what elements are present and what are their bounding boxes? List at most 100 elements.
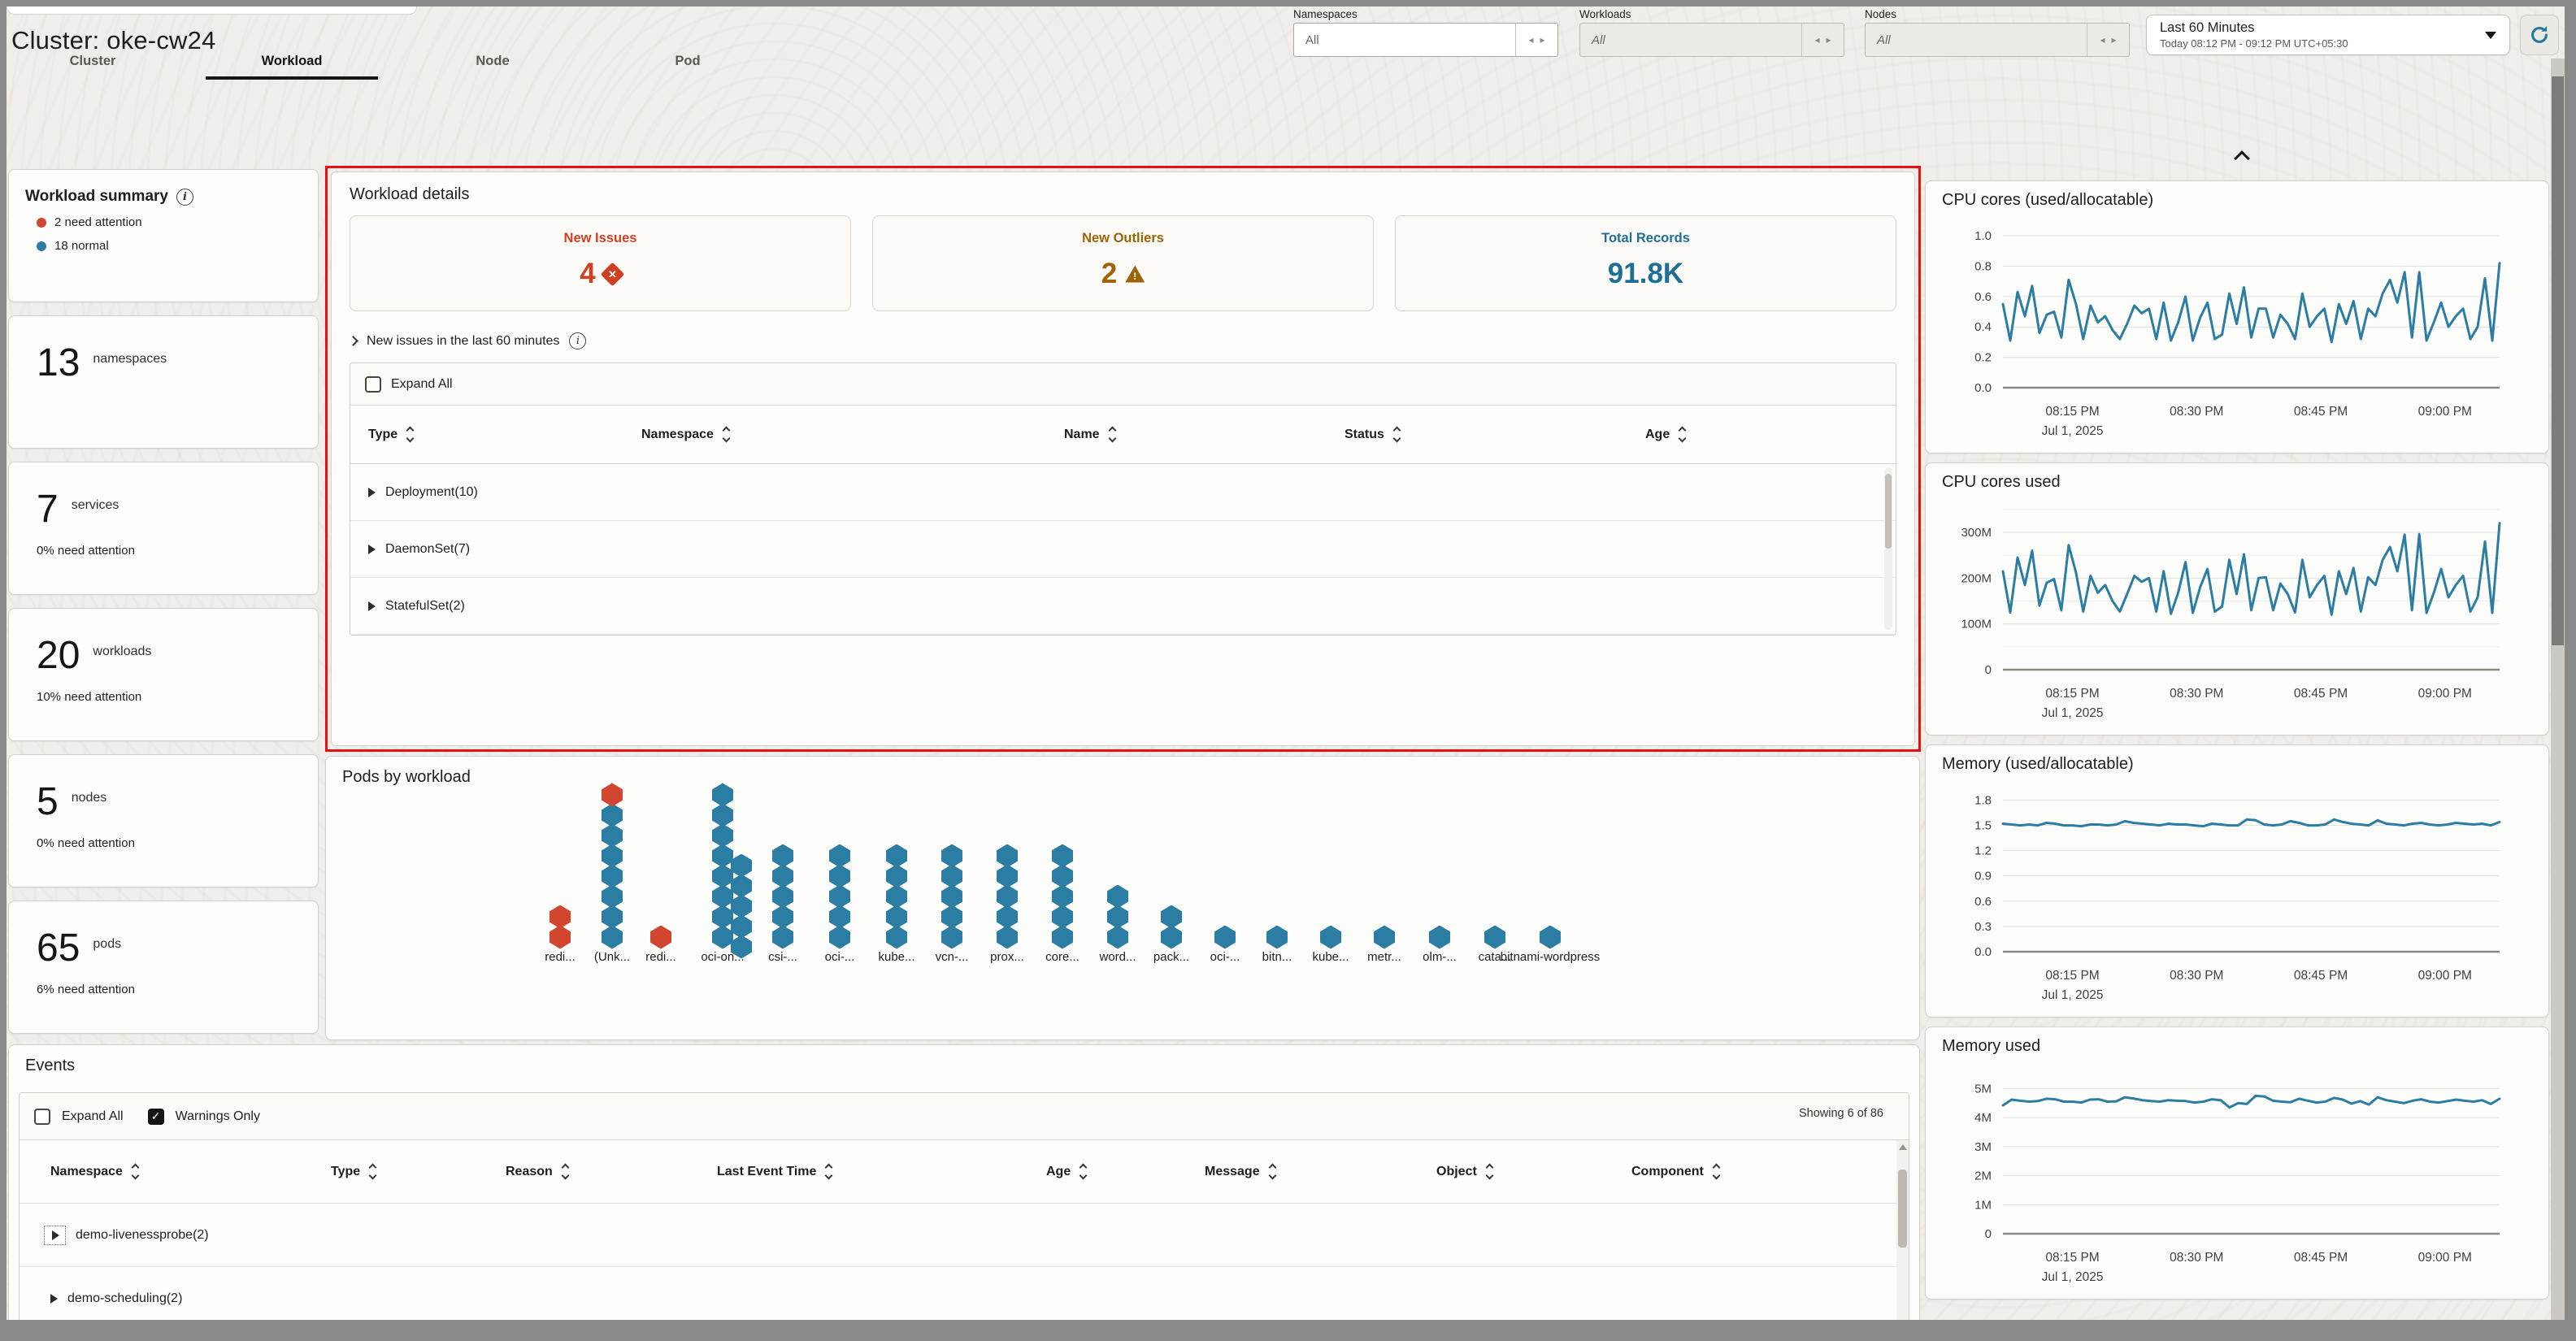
pod-dot-normal[interactable] <box>1052 865 1073 888</box>
expand-row-icon[interactable] <box>368 488 376 497</box>
pod-dot-normal[interactable] <box>941 905 962 929</box>
pod-dot-normal[interactable] <box>772 844 793 868</box>
pod-dot-normal[interactable] <box>886 926 907 949</box>
warnings-only-checkbox[interactable]: ✓ <box>148 1109 164 1125</box>
pod-dot-normal[interactable] <box>772 905 793 929</box>
workload-table-scrollbar[interactable] <box>1884 467 1892 630</box>
sort-icon[interactable] <box>1487 1165 1492 1178</box>
pod-dot-normal[interactable] <box>731 854 752 878</box>
expand-row-icon[interactable] <box>52 1230 59 1240</box>
pod-dot-normal[interactable] <box>1052 844 1073 868</box>
column-header-age[interactable]: Age <box>1645 427 1896 442</box>
events-row[interactable]: demo-scheduling(2) <box>20 1267 1909 1320</box>
sort-icon[interactable] <box>1714 1165 1719 1178</box>
stat-card-new-issues[interactable]: New Issues4✕ <box>350 215 851 311</box>
pod-dot-normal[interactable] <box>886 844 907 868</box>
pod-dot-normal[interactable] <box>712 885 733 909</box>
sort-icon[interactable] <box>723 427 729 441</box>
pod-dot-normal[interactable] <box>1052 926 1073 949</box>
tab-cluster[interactable]: Cluster <box>7 49 179 80</box>
events-row[interactable]: demo-livenessprobe(2) <box>20 1204 1909 1267</box>
column-header-name[interactable]: Name <box>1064 427 1344 442</box>
pod-dot-normal[interactable] <box>1107 905 1128 929</box>
sidebar-stat-card-namespaces[interactable]: 13namespaces <box>8 315 319 449</box>
pod-dot-normal[interactable] <box>772 865 793 888</box>
pod-dot-normal[interactable] <box>712 824 733 848</box>
events-column-header-last-event-time[interactable]: Last Event Time <box>717 1165 1046 1179</box>
events-column-header-namespace[interactable]: Namespace <box>50 1165 331 1179</box>
sort-icon[interactable] <box>1270 1165 1275 1178</box>
pod-dot-normal[interactable] <box>712 844 733 868</box>
table-row[interactable]: StatefulSet(2) <box>350 578 1896 635</box>
pod-dot-normal[interactable] <box>1052 905 1073 929</box>
events-expand-all-checkbox[interactable] <box>34 1109 50 1125</box>
pod-dot-normal[interactable] <box>602 824 623 848</box>
pod-dot-normal[interactable] <box>772 926 793 949</box>
sidebar-stat-card-pods[interactable]: 65pods6% need attention <box>8 901 319 1034</box>
sort-icon[interactable] <box>563 1165 568 1178</box>
sort-icon[interactable] <box>1080 1165 1086 1178</box>
sort-icon[interactable] <box>1679 427 1685 441</box>
new-issues-disclosure[interactable]: New issues in the last 60 minutes i <box>350 332 1896 349</box>
pod-dot-normal[interactable] <box>1107 885 1128 909</box>
combobox-stepper[interactable]: ◂▸ <box>2087 24 2129 56</box>
combobox-stepper[interactable]: ◂▸ <box>1515 24 1557 56</box>
events-column-header-message[interactable]: Message <box>1205 1165 1436 1179</box>
pod-dot-normal[interactable] <box>997 885 1018 909</box>
sort-icon[interactable] <box>826 1165 832 1178</box>
page-scrollbar-thumb[interactable] <box>2552 76 2564 645</box>
pod-dot-normal[interactable] <box>997 905 1018 929</box>
info-icon[interactable]: i <box>176 189 193 206</box>
page-scrollbar[interactable] <box>2551 59 2565 1320</box>
pod-dot-normal[interactable] <box>997 865 1018 888</box>
pod-dot-normal[interactable] <box>602 865 623 888</box>
stat-card-new-outliers[interactable]: New Outliers2! <box>872 215 1374 311</box>
sort-icon[interactable] <box>407 427 413 441</box>
pod-dot-normal[interactable] <box>1540 926 1561 949</box>
collapse-panel-chevron-up-icon[interactable] <box>2235 150 2248 163</box>
combobox-stepper[interactable]: ◂▸ <box>1801 24 1844 56</box>
focused-expand-box[interactable] <box>44 1226 66 1245</box>
stat-card-total-records[interactable]: Total Records91.8K <box>1395 215 1896 311</box>
pod-dot-normal[interactable] <box>602 905 623 929</box>
expand-row-icon[interactable] <box>368 601 376 611</box>
filter-combobox-workloads[interactable]: All◂▸ <box>1579 23 1844 57</box>
pod-dot-normal[interactable] <box>602 844 623 868</box>
sidebar-stat-card-workloads[interactable]: 20workloads10% need attention <box>8 608 319 741</box>
pod-dot-normal[interactable] <box>829 885 850 909</box>
pod-dot-normal[interactable] <box>712 926 733 949</box>
pod-dot-normal[interactable] <box>772 885 793 909</box>
pod-dot-normal[interactable] <box>712 804 733 827</box>
pod-dot-normal[interactable] <box>1214 926 1236 949</box>
pod-dot-normal[interactable] <box>1161 926 1182 949</box>
pod-dot-normal[interactable] <box>712 905 733 929</box>
expand-all-checkbox[interactable] <box>365 376 381 393</box>
pod-dot-normal[interactable] <box>997 926 1018 949</box>
pod-dot-normal[interactable] <box>886 885 907 909</box>
table-row[interactable]: DaemonSet(7) <box>350 521 1896 578</box>
pod-dot-normal[interactable] <box>1320 926 1341 949</box>
pod-dot-normal[interactable] <box>941 926 962 949</box>
filter-combobox-namespaces[interactable]: All◂▸ <box>1293 23 1558 57</box>
pod-dot-normal[interactable] <box>829 844 850 868</box>
pod-dot-attention[interactable] <box>550 905 571 929</box>
pod-dot-normal[interactable] <box>886 905 907 929</box>
column-header-status[interactable]: Status <box>1344 427 1645 442</box>
tab-node[interactable]: Node <box>406 49 579 80</box>
pod-dot-attention[interactable] <box>602 783 623 807</box>
events-column-header-age[interactable]: Age <box>1046 1165 1205 1179</box>
refresh-button[interactable] <box>2520 15 2559 55</box>
pod-dot-normal[interactable] <box>1429 926 1450 949</box>
pod-dot-normal[interactable] <box>712 865 733 888</box>
expand-row-icon[interactable] <box>368 545 376 554</box>
sidebar-stat-card-nodes[interactable]: 5nodes0% need attention <box>8 754 319 887</box>
column-header-namespace[interactable]: Namespace <box>641 427 1064 442</box>
pod-dot-normal[interactable] <box>1266 926 1288 949</box>
column-header-type[interactable]: Type <box>368 427 641 442</box>
pod-dot-normal[interactable] <box>731 915 752 939</box>
pod-dot-normal[interactable] <box>731 895 752 918</box>
pod-dot-normal[interactable] <box>829 905 850 929</box>
table-row[interactable]: Deployment(10) <box>350 464 1896 521</box>
events-column-header-component[interactable]: Component <box>1631 1165 1909 1179</box>
events-scrollbar[interactable] <box>1896 1140 1909 1320</box>
